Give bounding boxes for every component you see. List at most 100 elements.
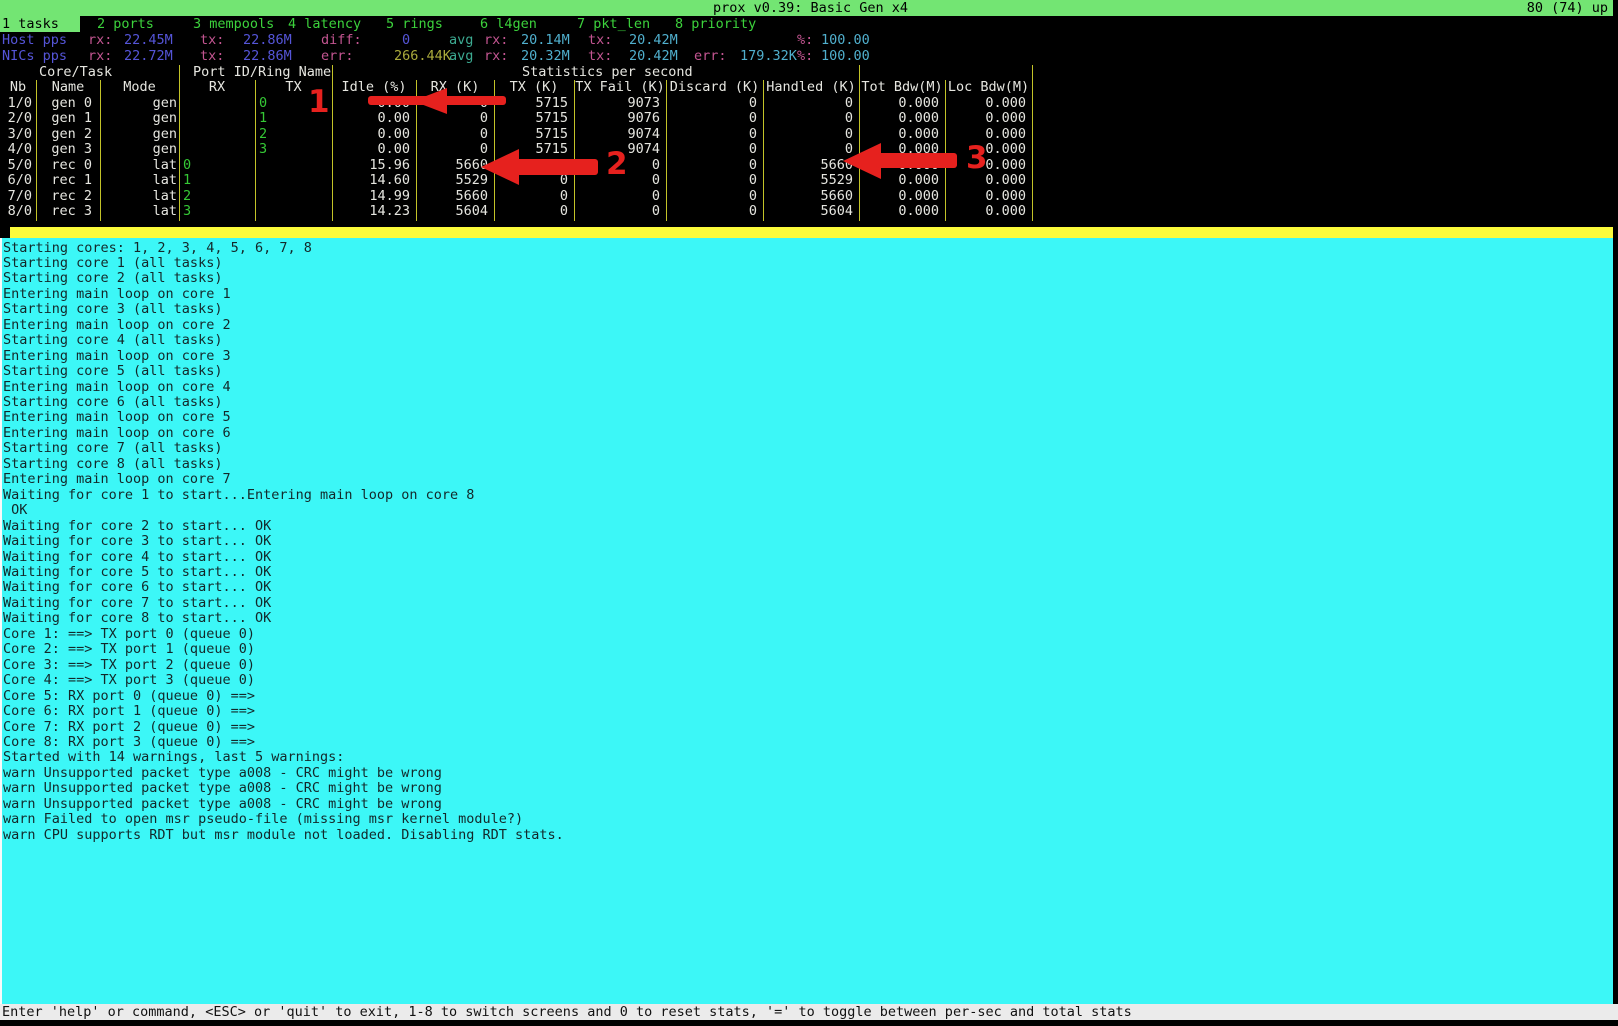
table-cell: 0.000 bbox=[859, 189, 945, 204]
table-cell: rec 2 bbox=[36, 189, 100, 204]
log-line: warn Unsupported packet type a008 - CRC … bbox=[0, 766, 1613, 781]
table-cell: 0 bbox=[574, 158, 666, 173]
column-header: Loc Bdw(M) bbox=[945, 80, 1032, 95]
table-group-header: Port ID/Ring Name bbox=[193, 65, 331, 81]
table-cell: 0.000 bbox=[945, 111, 1032, 126]
bottom-strip bbox=[0, 1020, 1618, 1026]
table-cell: 3/0 bbox=[0, 127, 36, 142]
stat-segment: 20.42M bbox=[629, 49, 678, 64]
host-stats-row: Host ppsrx:22.45Mtx:22.86Mdiff:0avgrx:20… bbox=[0, 33, 1613, 48]
table-cell: 0.00 bbox=[332, 96, 416, 111]
table-cell: rec 3 bbox=[36, 204, 100, 219]
table-cell: 6/0 bbox=[0, 173, 36, 188]
table-border bbox=[666, 80, 667, 221]
log-line: Core 1: ==> TX port 0 (queue 0) bbox=[0, 627, 1613, 642]
table-border bbox=[859, 65, 860, 221]
annotation-2-label: 2 bbox=[606, 146, 628, 182]
stat-segment: avg bbox=[449, 33, 473, 48]
tab-8-priority[interactable]: 8 priority bbox=[675, 16, 756, 32]
table-border bbox=[332, 65, 333, 221]
table-cell: 5604 bbox=[416, 204, 494, 219]
stat-segment: 20.14M bbox=[521, 33, 570, 48]
prox-terminal-screen[interactable]: prox v0.39: Basic Gen x4 80 (74) up 1 ta… bbox=[0, 0, 1618, 1026]
table-cell: 0.000 bbox=[945, 127, 1032, 142]
table-cell: 5715 bbox=[494, 142, 574, 157]
table-cell: 0 bbox=[416, 111, 494, 126]
log-line: Waiting for core 1 to start...Entering m… bbox=[0, 488, 1613, 503]
table-cell: 5715 bbox=[494, 127, 574, 142]
table-cell: 0 bbox=[763, 142, 859, 157]
table-cell: 0.000 bbox=[859, 127, 945, 142]
stat-segment: %: bbox=[797, 49, 813, 64]
column-header: TX bbox=[255, 80, 332, 95]
table-cell: 0 bbox=[666, 158, 763, 173]
table-cell: 1 bbox=[255, 111, 332, 126]
table-group-header: Core/Task bbox=[39, 65, 112, 81]
annotation-3-arrowhead-icon bbox=[843, 143, 881, 179]
table-cell: 0 bbox=[574, 189, 666, 204]
tab-2-ports[interactable]: 2 ports bbox=[97, 16, 154, 32]
table-cell: 5529 bbox=[763, 173, 859, 188]
table-border bbox=[494, 80, 495, 221]
tab-5-rings[interactable]: 5 rings bbox=[386, 16, 443, 32]
table-cell: 1/0 bbox=[0, 96, 36, 111]
table-cell: 9074 bbox=[574, 127, 666, 142]
log-line: Waiting for core 6 to start... OK bbox=[0, 580, 1613, 595]
table-cell: 0 bbox=[763, 127, 859, 142]
title-bar: prox v0.39: Basic Gen x4 80 (74) up bbox=[0, 0, 1613, 16]
table-cell: 0 bbox=[666, 96, 763, 111]
column-header: RX bbox=[179, 80, 255, 95]
stat-segment: err: bbox=[321, 49, 354, 64]
table-cell: 0.000 bbox=[945, 158, 1032, 173]
table-cell: 0 bbox=[494, 158, 574, 173]
log-line: Entering main loop on core 7 bbox=[0, 472, 1613, 487]
table-cell: 0.000 bbox=[859, 204, 945, 219]
stat-segment: Host pps bbox=[2, 33, 67, 48]
table-border bbox=[859, 80, 860, 221]
log-area: Starting cores: 1, 2, 3, 4, 5, 6, 7, 8St… bbox=[0, 238, 1613, 1007]
log-line: Core 5: RX port 0 (queue 0) ==> bbox=[0, 689, 1613, 704]
column-header: TX (K) bbox=[494, 80, 574, 95]
table-cell: 3 bbox=[179, 204, 255, 219]
table-border bbox=[416, 80, 417, 221]
tab-3-mempools[interactable]: 3 mempools bbox=[193, 16, 274, 32]
stat-segment: rx: bbox=[88, 49, 112, 64]
annotation-2-arrow bbox=[514, 159, 598, 175]
table-cell: 0 bbox=[763, 96, 859, 111]
stat-segment: tx: bbox=[588, 49, 612, 64]
log-line: Started with 14 warnings, last 5 warning… bbox=[0, 750, 1613, 765]
stat-segment: tx: bbox=[200, 49, 224, 64]
stat-segment: rx: bbox=[88, 33, 112, 48]
log-line: Starting core 1 (all tasks) bbox=[0, 256, 1613, 271]
tab-6-l4gen[interactable]: 6 l4gen bbox=[480, 16, 537, 32]
table-border bbox=[332, 80, 333, 221]
tab-4-latency[interactable]: 4 latency bbox=[288, 16, 361, 32]
stat-segment: 22.86M bbox=[243, 49, 292, 64]
table-cell: 0.000 bbox=[945, 189, 1032, 204]
table-cell: gen 2 bbox=[36, 127, 100, 142]
stat-segment: avg bbox=[449, 49, 473, 64]
table-cell: 14.99 bbox=[332, 189, 416, 204]
log-line: warn Unsupported packet type a008 - CRC … bbox=[0, 797, 1613, 812]
table-cell: 0.000 bbox=[859, 96, 945, 111]
tab-1-tasks[interactable]: 1 tasks bbox=[0, 16, 80, 32]
table-cell: gen bbox=[100, 111, 179, 126]
table-border bbox=[179, 80, 180, 221]
table-cell: 5660 bbox=[416, 158, 494, 173]
stat-segment: tx: bbox=[200, 33, 224, 48]
column-header: Tot Bdw(M) bbox=[859, 80, 945, 95]
table-cell: 0.000 bbox=[859, 142, 945, 157]
table-border bbox=[574, 80, 575, 221]
table-cell: 0.000 bbox=[945, 96, 1032, 111]
table-border bbox=[100, 80, 101, 221]
table-cell: 9076 bbox=[574, 111, 666, 126]
log-line: Starting core 2 (all tasks) bbox=[0, 271, 1613, 286]
table-cell: 9073 bbox=[574, 96, 666, 111]
table-cell: 5660 bbox=[763, 189, 859, 204]
column-header: Discard (K) bbox=[666, 80, 763, 95]
log-line: Waiting for core 3 to start... OK bbox=[0, 534, 1613, 549]
stat-segment: %: bbox=[797, 33, 813, 48]
table-cell: gen bbox=[100, 127, 179, 142]
column-header: Idle (%) bbox=[332, 80, 416, 95]
tab-7-pkt_len[interactable]: 7 pkt_len bbox=[577, 16, 650, 32]
